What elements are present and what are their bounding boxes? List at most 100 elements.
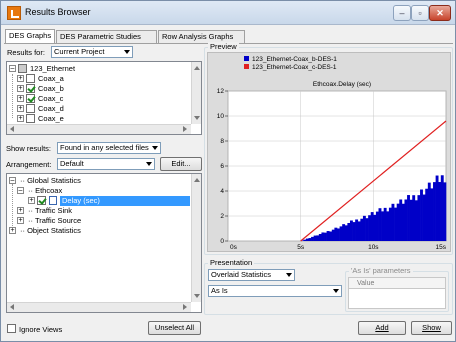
add-button-label: Add	[375, 323, 389, 332]
item-checkbox[interactable]	[26, 74, 35, 83]
delay-bar	[409, 199, 413, 241]
filter-value: As Is	[211, 286, 228, 295]
item-checkbox[interactable]	[26, 94, 35, 103]
delay-bar	[440, 175, 444, 241]
scroll-right-icon[interactable]	[181, 304, 189, 311]
maximize-button[interactable]: ▫	[411, 5, 429, 21]
scroll-left-icon[interactable]	[9, 126, 17, 133]
tree-node-label: ·· Ethcoax	[28, 186, 63, 195]
y-tick-label: 4	[220, 188, 224, 195]
results-for-label: Results for:	[7, 48, 45, 57]
arrangement-combo[interactable]: Default	[57, 158, 155, 170]
parameters-value-header: Value	[349, 278, 445, 289]
tree-node-label: ·· Global Statistics	[20, 176, 81, 185]
item-checkbox[interactable]	[26, 84, 35, 93]
tree-node-label: ·· Traffic Source	[28, 216, 82, 225]
results-for-combo[interactable]: Current Project	[51, 46, 133, 58]
delay-bar	[417, 195, 421, 241]
expand-icon[interactable]: +	[17, 207, 24, 214]
expand-icon[interactable]: +	[28, 197, 35, 204]
expand-icon[interactable]: +	[9, 227, 16, 234]
close-button[interactable]: ✕	[429, 5, 451, 21]
minimize-button[interactable]: –	[393, 5, 411, 21]
y-tick-label: 6	[220, 163, 224, 170]
delay-bar	[342, 224, 346, 241]
delay-bar	[399, 199, 403, 241]
delay-bar	[443, 182, 447, 241]
collapse-icon[interactable]: –	[9, 177, 16, 184]
item-checkbox[interactable]	[26, 114, 35, 123]
y-tick-label: 12	[217, 88, 225, 95]
statistic-mode-combo[interactable]: Overlaid Statistics	[208, 269, 295, 281]
delay-checkbox[interactable]	[37, 196, 46, 205]
statistic-mode-value: Overlaid Statistics	[211, 270, 272, 279]
delay-bar	[360, 218, 364, 241]
expand-icon[interactable]: +	[17, 85, 24, 92]
parameters-table[interactable]: Value	[348, 277, 446, 309]
delay-bar	[433, 182, 436, 241]
tree-item-label: Coax_b	[38, 84, 64, 93]
tree-connector	[12, 74, 13, 118]
project-tree[interactable]: – 123_Ethernet + Coax_a + Coax_b + Coax_…	[6, 61, 202, 135]
unselect-all-button[interactable]: Unselect All	[148, 321, 201, 335]
tree-horizontal-scrollbar[interactable]	[7, 124, 191, 134]
tree-node-label: ·· Traffic Sink	[28, 206, 73, 215]
scroll-left-icon[interactable]	[9, 304, 17, 311]
ignore-views-label: Ignore Views	[19, 325, 63, 334]
stats-vertical-scrollbar[interactable]	[191, 174, 201, 302]
scroll-right-icon[interactable]	[181, 126, 189, 133]
tab-des-parametric-studies[interactable]: DES Parametric Studies	[56, 30, 157, 43]
legend-swatch	[244, 64, 249, 69]
scroll-down-icon[interactable]	[193, 114, 200, 122]
ignore-views-checkbox[interactable]	[7, 324, 16, 333]
delay-bar	[362, 215, 366, 241]
legend-label: 123_Ethernet-Coax_b-DES-1	[252, 56, 337, 63]
tree-item-label: Coax_d	[38, 104, 64, 113]
delay-bar	[430, 188, 434, 241]
delay-bar	[378, 208, 382, 241]
delay-bar	[316, 235, 320, 241]
expand-icon[interactable]: +	[17, 217, 24, 224]
collapse-icon[interactable]: –	[17, 187, 24, 194]
as-is-parameters-label: 'As Is' parameters	[349, 266, 413, 275]
window-title: Results Browser	[25, 7, 91, 17]
delay-bar	[435, 175, 439, 241]
scroll-up-icon[interactable]	[193, 64, 200, 72]
expand-icon[interactable]: +	[17, 75, 24, 82]
item-checkbox[interactable]	[26, 104, 35, 113]
delay-bar	[407, 195, 410, 241]
x-tick-label: 10s	[368, 244, 379, 251]
legend-swatch	[244, 56, 249, 61]
stats-horizontal-scrollbar[interactable]	[7, 302, 191, 312]
root-checkbox[interactable]	[18, 64, 27, 73]
expand-icon[interactable]: +	[17, 105, 24, 112]
expand-icon[interactable]: +	[17, 115, 24, 122]
delay-bar	[311, 236, 314, 241]
tree-item-label: Coax_e	[38, 114, 64, 123]
presentation-label: Presentation	[208, 258, 255, 267]
delay-bar	[396, 203, 400, 241]
delay-bar	[344, 225, 348, 241]
scroll-down-icon[interactable]	[193, 292, 200, 300]
tree-node-label: Delay (sec)	[60, 196, 190, 206]
results-for-value: Current Project	[54, 47, 105, 56]
add-button[interactable]: Add	[358, 321, 406, 335]
tree-vertical-scrollbar[interactable]	[191, 62, 201, 124]
y-axis-ticks: 0 2 4 6 8 10 12	[217, 88, 228, 245]
show-button[interactable]: Show	[411, 321, 452, 335]
edit-button[interactable]: Edit...	[160, 157, 202, 171]
chevron-down-icon	[284, 271, 293, 279]
statistics-tree[interactable]: – ·· Global Statistics – ·· Ethcoax + De…	[6, 173, 202, 313]
expand-icon[interactable]: +	[17, 95, 24, 102]
delay-bar	[334, 227, 338, 241]
delay-bar	[303, 239, 307, 241]
x-tick-label: 15s	[436, 244, 447, 251]
scroll-up-icon[interactable]	[193, 176, 200, 184]
collapse-icon[interactable]: –	[9, 65, 16, 72]
tree-item-label: Coax_a	[38, 74, 64, 83]
delay-bar	[412, 195, 416, 241]
filter-combo[interactable]: As Is	[208, 285, 342, 297]
show-results-combo[interactable]: Found in any selected files	[57, 142, 161, 154]
legend-label: 123_Ethernet-Coax_c-DES-1	[252, 64, 337, 71]
tab-des-graphs[interactable]: DES Graphs	[5, 29, 55, 44]
